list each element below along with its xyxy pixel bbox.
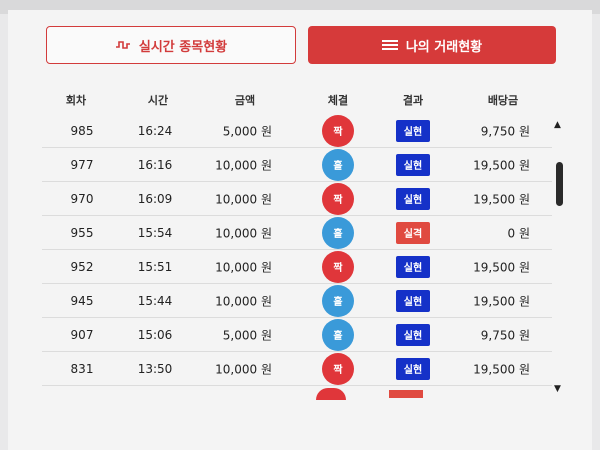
result-badge-label: 실현 [396, 153, 430, 176]
result-badge: 실현 [396, 187, 430, 210]
pick-ball: 짝 [322, 250, 354, 283]
partial-next-row-badge [389, 390, 423, 398]
pick-ball-label: 홀 [322, 148, 354, 181]
round-number: 977 [70, 157, 94, 172]
result-badge: 실현 [396, 119, 430, 142]
result-badge-label: 실현 [396, 357, 430, 380]
result-badge: 실현 [396, 255, 430, 278]
table-row: 907 15:06 5,000 원 홀 실현 9,750 원 [42, 318, 552, 352]
trade-time: 15:06 [137, 327, 173, 342]
round-number: 985 [70, 123, 94, 138]
pick-ball-label: 짝 [322, 114, 354, 147]
trade-time: 16:16 [137, 157, 173, 172]
payout-amount: 19,500 원 [473, 192, 530, 206]
payout-amount: 19,500 원 [473, 158, 530, 172]
col-header-payout: 배당금 [487, 94, 519, 107]
result-badge-label: 실격 [396, 221, 430, 244]
trade-time: 15:51 [137, 259, 173, 274]
pick-ball-label: 짝 [322, 250, 354, 283]
pick-ball: 홀 [322, 216, 354, 249]
round-number: 970 [70, 191, 94, 206]
col-header-result: 결과 [402, 94, 424, 107]
table-row: 985 16:24 5,000 원 짝 실현 9,750 원 [42, 114, 552, 148]
bet-amount: 5,000 원 [222, 124, 272, 138]
result-badge-label: 실현 [396, 255, 430, 278]
bet-amount: 10,000 원 [215, 362, 272, 376]
result-badge: 실현 [396, 357, 430, 380]
result-badge-label: 실현 [396, 187, 430, 210]
tab-mine-label: 나의 거래현황 [405, 39, 483, 55]
table-row: 945 15:44 10,000 원 홀 실현 19,500 원 [42, 284, 552, 318]
result-badge: 실격 [396, 221, 430, 244]
round-number: 945 [70, 293, 94, 308]
bet-amount: 5,000 원 [222, 328, 272, 342]
tab-live-label: 실시간 종목현황 [138, 39, 228, 55]
result-badge-label: 실현 [396, 119, 430, 142]
payout-amount: 19,500 원 [473, 260, 530, 274]
tab-my-trades[interactable]: 나의 거래현황 [308, 26, 556, 64]
pick-ball: 짝 [322, 114, 354, 147]
bet-amount: 10,000 원 [215, 226, 272, 240]
payout-amount: 9,750 원 [480, 328, 530, 342]
payout-amount: 0 원 [507, 226, 531, 240]
trade-time: 16:24 [137, 123, 173, 138]
bet-amount: 10,000 원 [215, 192, 272, 206]
trade-panel: 실시간 종목현황 나의 거래현황 회차 시간 금액 체결 결과 배당금 985 … [8, 10, 592, 450]
round-number: 831 [70, 361, 94, 376]
result-badge: 실현 [396, 289, 430, 312]
result-badge-label: 실현 [396, 289, 430, 312]
col-header-round: 회차 [65, 94, 87, 107]
partial-next-row-ball [316, 388, 346, 400]
triangle-down-icon[interactable]: ▼ [554, 384, 561, 394]
trade-time: 15:54 [137, 225, 173, 240]
result-badge: 실현 [396, 153, 430, 176]
col-header-time: 시간 [147, 94, 169, 107]
pick-ball: 홀 [322, 284, 354, 317]
result-badge-label: 실현 [396, 323, 430, 346]
triangle-up-icon[interactable]: ▲ [554, 120, 561, 130]
payout-amount: 19,500 원 [473, 362, 530, 376]
payout-amount: 19,500 원 [473, 294, 530, 308]
round-number: 907 [70, 327, 94, 342]
pick-ball: 짝 [322, 352, 354, 385]
round-number: 952 [70, 259, 94, 274]
round-number: 955 [70, 225, 94, 240]
pick-ball: 짝 [322, 182, 354, 215]
bet-amount: 10,000 원 [215, 294, 272, 308]
col-header-amount: 금액 [234, 94, 256, 107]
trade-time: 16:09 [137, 191, 173, 206]
pick-ball: 홀 [322, 318, 354, 351]
tab-live-status[interactable]: 실시간 종목현황 [46, 26, 296, 64]
pick-ball: 홀 [322, 148, 354, 181]
pulse-wave-icon [115, 39, 131, 51]
trade-time: 13:50 [137, 361, 173, 376]
table-row: 977 16:16 10,000 원 홀 실현 19,500 원 [42, 148, 552, 182]
result-badge: 실현 [396, 323, 430, 346]
bet-amount: 10,000 원 [215, 158, 272, 172]
pick-ball-label: 짝 [322, 182, 354, 215]
table-row: 955 15:54 10,000 원 홀 실격 0 원 [42, 216, 552, 250]
table-header: 회차 시간 금액 체결 결과 배당금 [8, 92, 592, 112]
list-lines-icon [381, 39, 398, 51]
pick-ball-label: 홀 [322, 318, 354, 351]
bet-amount: 10,000 원 [215, 260, 272, 274]
trade-time: 15:44 [137, 293, 173, 308]
table-row: 831 13:50 10,000 원 짝 실현 19,500 원 [42, 352, 552, 386]
trade-list[interactable]: 985 16:24 5,000 원 짝 실현 9,750 원 977 16:16… [42, 114, 552, 392]
pick-ball-label: 홀 [322, 216, 354, 249]
table-row: 952 15:51 10,000 원 짝 실현 19,500 원 [42, 250, 552, 284]
pick-ball-label: 짝 [322, 352, 354, 385]
scrollbar-thumb[interactable] [556, 162, 563, 206]
payout-amount: 9,750 원 [480, 124, 530, 138]
col-header-pick: 체결 [327, 94, 349, 107]
pick-ball-label: 홀 [322, 284, 354, 317]
table-row: 970 16:09 10,000 원 짝 실현 19,500 원 [42, 182, 552, 216]
